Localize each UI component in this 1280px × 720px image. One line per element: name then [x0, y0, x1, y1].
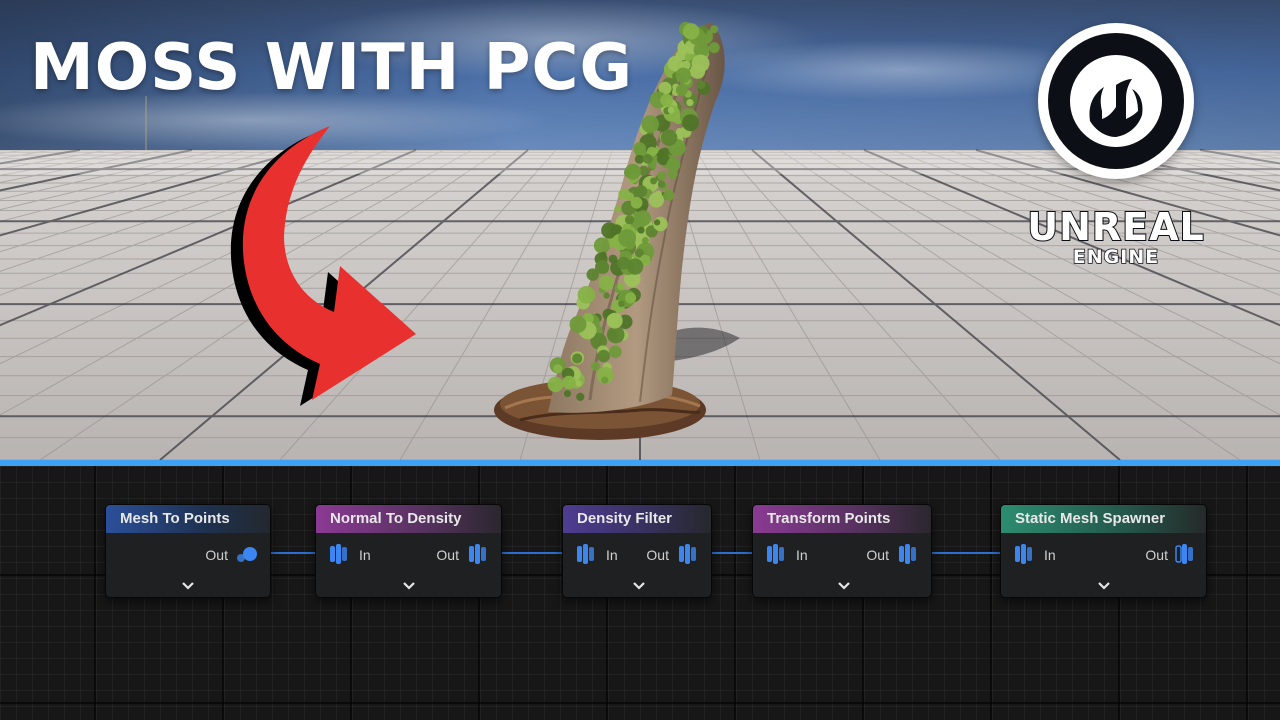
stack-pin-icon[interactable]	[326, 541, 352, 567]
pin-label-in: In	[796, 547, 808, 563]
pin-label-in: In	[1044, 547, 1056, 563]
logo-word-engine: ENGINE	[1072, 246, 1160, 268]
unreal-engine-logo: UNREAL ENGINE	[996, 20, 1236, 270]
node-normal-to-density[interactable]: Normal To Density In Out	[315, 504, 502, 598]
stack-pin-icon[interactable]	[1172, 541, 1198, 567]
chevron-down-icon[interactable]	[181, 581, 195, 591]
pin-label-in: In	[359, 547, 371, 563]
node-title: Static Mesh Spawner	[1001, 505, 1206, 533]
pin-label-in: In	[606, 547, 618, 563]
pin-label-out: Out	[1145, 547, 1168, 563]
logo-word-unreal: UNREAL	[1026, 205, 1205, 249]
pin-label-out: Out	[436, 547, 459, 563]
page-title: MOSS WITH PCG	[30, 31, 633, 105]
node-title: Normal To Density	[316, 505, 501, 533]
viewport[interactable]: MOSS WITH PCG UNREAL ENGINE	[0, 0, 1280, 460]
point-pin-icon[interactable]	[234, 541, 260, 567]
pin-label-out: Out	[866, 547, 889, 563]
stack-pin-icon[interactable]	[573, 541, 599, 567]
pcg-graph-editor[interactable]: Mesh To Points Out Normal To Density In …	[0, 466, 1280, 720]
stack-pin-icon[interactable]	[1011, 541, 1037, 567]
pin-label-out: Out	[205, 547, 228, 563]
node-transform-points[interactable]: Transform Points In Out	[752, 504, 932, 598]
node-title: Density Filter	[563, 505, 711, 533]
stack-pin-icon[interactable]	[763, 541, 789, 567]
chevron-down-icon[interactable]	[1097, 581, 1111, 591]
node-density-filter[interactable]: Density Filter In Out	[562, 504, 712, 598]
stack-pin-icon[interactable]	[675, 541, 701, 567]
stack-pin-icon[interactable]	[895, 541, 921, 567]
chevron-down-icon[interactable]	[837, 581, 851, 591]
node-static-mesh-spawner[interactable]: Static Mesh Spawner In Out	[1000, 504, 1207, 598]
node-mesh-to-points[interactable]: Mesh To Points Out	[105, 504, 271, 598]
chevron-down-icon[interactable]	[402, 581, 416, 591]
pin-label-out: Out	[646, 547, 669, 563]
node-title: Mesh To Points	[106, 505, 270, 533]
node-title: Transform Points	[753, 505, 931, 533]
stack-pin-icon[interactable]	[465, 541, 491, 567]
chevron-down-icon[interactable]	[632, 581, 646, 591]
